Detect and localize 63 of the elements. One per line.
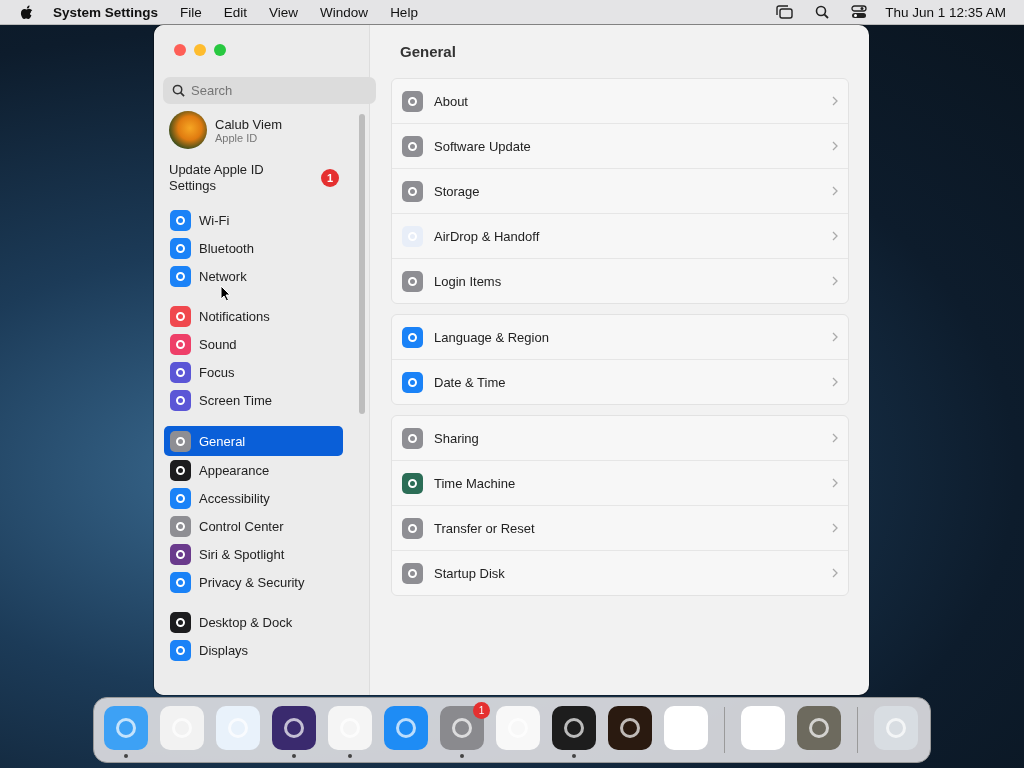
chevron-icon — [832, 96, 838, 106]
sidebar-item[interactable]: Screen Time — [164, 386, 343, 414]
settings-row[interactable]: Language & Region — [392, 315, 848, 360]
minimize-button[interactable] — [194, 44, 206, 56]
sidebar-item[interactable]: Privacy & Security — [164, 568, 343, 596]
account-subtitle: Apple ID — [215, 131, 259, 144]
chevron-icon — [832, 523, 838, 533]
chevron-icon — [832, 377, 838, 387]
account-name: Calub Viem — [215, 116, 282, 132]
settings-row[interactable]: Software Update — [392, 124, 848, 169]
sidebar-item[interactable]: Appearance — [164, 456, 343, 484]
windows-icon[interactable] — [776, 5, 794, 19]
scrollbar[interactable] — [359, 114, 365, 414]
chevron-icon — [832, 433, 838, 443]
sidebar-item[interactable]: Wi-Fi — [164, 206, 343, 234]
settings-row[interactable]: Login Items — [392, 259, 848, 303]
sidebar-item[interactable]: Notifications — [164, 302, 343, 330]
sidebar-item[interactable]: Desktop & Dock — [164, 608, 343, 636]
sidebar-item[interactable]: Siri & Spotlight — [164, 540, 343, 568]
menu-bar-clock: Thu Jun 1 12:35 AM — [885, 4, 1006, 20]
control-center-icon[interactable] — [851, 5, 868, 19]
avatar-photo — [169, 111, 207, 149]
settings-row[interactable]: About — [392, 79, 848, 124]
sidebar-item[interactable]: Network — [164, 262, 343, 290]
chevron-icon — [832, 141, 838, 151]
apple-logo-icon[interactable] — [20, 4, 33, 20]
pane-title: General — [400, 43, 457, 60]
sidebar-item[interactable]: Bluetooth — [164, 234, 343, 262]
settings-row[interactable]: Transfer or Reset — [392, 506, 848, 551]
notification-badge: 1 — [473, 702, 490, 719]
menu-item[interactable]: View — [269, 4, 299, 20]
zoom-button[interactable] — [214, 44, 226, 56]
mouse-pointer-icon — [220, 285, 231, 302]
sidebar-item[interactable]: Displays — [164, 636, 343, 664]
search-icon[interactable] — [815, 5, 830, 19]
update-notice-text: Update Apple ID Settings — [169, 162, 265, 194]
settings-row[interactable]: Time Machine — [392, 461, 848, 506]
sidebar-item[interactable]: General — [164, 426, 343, 456]
menu-item[interactable]: File — [180, 4, 202, 20]
chevron-icon — [832, 186, 838, 196]
chevron-icon — [832, 276, 838, 286]
menu-item[interactable]: Window — [320, 4, 369, 20]
settings-row[interactable]: Storage — [392, 169, 848, 214]
search-field[interactable]: Search — [163, 77, 376, 104]
menu-item[interactable]: Edit — [223, 4, 248, 20]
sidebar-item[interactable]: Sound — [164, 330, 343, 358]
app-menu[interactable]: System Settings — [53, 4, 159, 20]
close-button[interactable] — [174, 44, 186, 56]
chevron-icon — [832, 478, 838, 488]
sidebar-item[interactable]: Accessibility — [164, 484, 343, 512]
account-row[interactable]: Calub Viem Apple ID — [154, 111, 369, 149]
chevron-icon — [832, 231, 838, 241]
chevron-icon — [832, 332, 838, 342]
menu-item[interactable]: Help — [390, 4, 418, 20]
chevron-icon — [832, 568, 838, 578]
settings-row[interactable]: Sharing — [392, 416, 848, 461]
update-notice[interactable]: Update Apple ID Settings 1 — [154, 162, 369, 194]
sidebar-item[interactable]: Control Center — [164, 512, 343, 540]
notification-badge: 1 — [321, 169, 339, 187]
settings-row[interactable]: Date & Time — [392, 360, 848, 404]
sidebar-item[interactable]: Focus — [164, 358, 343, 386]
settings-row[interactable]: AirDrop & Handoff — [392, 214, 848, 259]
settings-row[interactable]: Startup Disk — [392, 551, 848, 595]
